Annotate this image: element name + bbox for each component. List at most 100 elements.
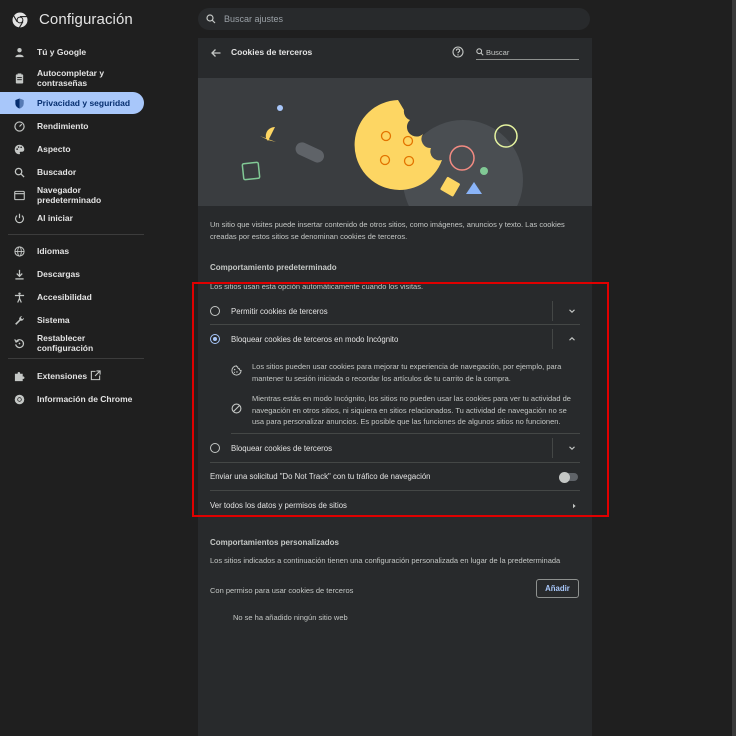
clipboard-icon	[15, 72, 24, 84]
allowed-list-label: Con permiso para usar cookies de tercero…	[210, 586, 354, 595]
settings-search-input[interactable]	[224, 11, 524, 27]
all-site-data-label: Ver todos los datos y permisos de sitios	[210, 501, 347, 510]
back-arrow-icon[interactable]	[210, 47, 222, 59]
sidebar-item-you-and-google[interactable]: Tú y Google	[0, 41, 144, 63]
sidebar-item-default-browser[interactable]: Navegador predeterminado	[0, 184, 144, 206]
chevron-down-icon[interactable]	[568, 307, 576, 315]
do-not-track-toggle[interactable]	[559, 471, 578, 483]
sidebar-item-label: Rendimiento	[37, 121, 89, 131]
sidebar-item-system[interactable]: Sistema	[0, 309, 144, 331]
puzzle-icon	[14, 371, 25, 381]
browser-icon	[14, 190, 25, 200]
search-icon	[14, 167, 25, 178]
sidebar-item-autofill[interactable]: Autocompletar y contraseñas	[0, 65, 144, 91]
option-label: Bloquear cookies de terceros en modo Inc…	[231, 335, 399, 344]
globe-icon	[14, 245, 25, 257]
sidebar-item-label: Al iniciar	[37, 213, 73, 223]
option-block-incognito[interactable]: Bloquear cookies de terceros en modo Inc…	[198, 328, 592, 350]
sidebar-item-languages[interactable]: Idiomas	[0, 240, 144, 262]
sidebar-item-label: Extensiones	[37, 371, 88, 381]
do-not-track-label: Enviar una solicitud "Do Not Track" con …	[210, 472, 431, 481]
sidebar-item-label: Navegador predeterminado	[37, 185, 102, 205]
sidebar-item-label: Información de Chrome	[37, 394, 133, 404]
option-block-third-party-cookies[interactable]: Bloquear cookies de terceros	[198, 437, 592, 459]
download-icon	[15, 269, 24, 280]
option-label: Bloquear cookies de terceros	[231, 444, 332, 453]
chrome-logo-icon	[12, 12, 28, 28]
intro-text: Un sitio que visites puede insertar cont…	[210, 220, 565, 241]
sidebar-item-label: Tú y Google	[37, 47, 87, 57]
sidebar-item-about-chrome[interactable]: Información de Chrome	[0, 388, 144, 410]
sidebar-item-label: Sistema	[37, 315, 70, 325]
sidebar-item-label: Descargas	[37, 269, 81, 279]
palette-icon	[14, 144, 25, 154]
default-behavior-subtitle: Los sitios usan esta opción automáticame…	[210, 282, 424, 291]
top-bar: Configuración	[0, 0, 736, 38]
sidebar-item-label: Idiomas	[37, 246, 70, 256]
main-panel: Cookies de terceros Un sitio que visites…	[198, 38, 592, 736]
sidebar-divider	[8, 358, 144, 359]
sidebar-item-accessibility[interactable]: Accesibilidad	[0, 286, 144, 308]
radio-allow[interactable]	[210, 306, 220, 316]
sidebar-item-label: Privacidad y seguridad	[37, 98, 131, 108]
settings-search-box[interactable]	[198, 8, 590, 30]
reset-icon	[14, 338, 24, 348]
sidebar-item-downloads[interactable]: Descargas	[0, 263, 144, 285]
sidebar-item-on-startup[interactable]: Al iniciar	[0, 207, 144, 229]
sidebar-item-search-engine[interactable]: Buscador	[0, 161, 144, 183]
sidebar-divider	[8, 234, 144, 235]
cookies-illustration	[198, 78, 592, 206]
chevron-up-icon[interactable]	[568, 335, 576, 343]
page-search-box[interactable]	[476, 46, 579, 60]
sidebar-item-extensions[interactable]: Extensiones	[0, 365, 144, 387]
custom-behavior-title: Comportamientos personalizados	[210, 538, 339, 547]
do-not-track-row[interactable]: Enviar una solicitud "Do Not Track" con …	[198, 466, 592, 488]
wrench-icon	[15, 315, 24, 325]
page-search-input[interactable]	[486, 46, 576, 58]
chevron-down-icon[interactable]	[568, 444, 576, 452]
chrome-icon	[14, 394, 25, 404]
row-divider	[210, 324, 580, 325]
speedometer-icon	[14, 120, 25, 132]
custom-behavior-subtitle: Los sitios indicados a continuación tien…	[210, 556, 561, 565]
option-label: Permitir cookies de terceros	[231, 307, 328, 316]
sidebar-item-appearance[interactable]: Aspecto	[0, 138, 144, 160]
detail-text-cookies: Los sitios pueden usar cookies para mejo…	[252, 362, 562, 383]
help-icon[interactable]	[452, 46, 464, 58]
divider	[552, 438, 553, 458]
sidebar-item-performance[interactable]: Rendimiento	[0, 115, 144, 137]
sidebar-item-label: Autocompletar y contraseñas	[37, 68, 105, 88]
page-title: Cookies de terceros	[231, 47, 313, 57]
open-in-new-icon	[90, 370, 101, 381]
detail-text-incognito: Mientras estás en modo Incógnito, los si…	[252, 394, 571, 426]
power-icon	[14, 213, 25, 223]
radio-block[interactable]	[210, 443, 220, 453]
block-icon	[231, 403, 242, 414]
page-header: Cookies de terceros	[198, 38, 592, 68]
sidebar-item-label: Buscador	[37, 167, 77, 177]
divider	[552, 301, 553, 321]
default-behavior-title: Comportamiento predeterminado	[210, 263, 337, 272]
add-site-button[interactable]: Añadir	[536, 579, 579, 598]
window-edge	[732, 0, 736, 736]
divider	[552, 329, 553, 349]
app-title: Configuración	[39, 11, 133, 28]
sidebar-item-privacy[interactable]: Privacidad y seguridad	[0, 92, 144, 114]
person-icon	[15, 47, 24, 57]
search-icon	[206, 14, 216, 24]
row-divider	[231, 433, 580, 434]
shield-icon	[15, 97, 24, 109]
option-allow-third-party-cookies[interactable]: Permitir cookies de terceros	[198, 300, 592, 322]
search-icon	[476, 48, 484, 56]
sidebar-item-reset[interactable]: Restablecer configuración	[0, 332, 144, 354]
cookie-icon	[231, 365, 242, 376]
sidebar-item-label: Accesibilidad	[37, 292, 92, 302]
radio-block-incognito[interactable]	[210, 334, 220, 344]
all-site-data-row[interactable]: Ver todos los datos y permisos de sitios	[198, 495, 592, 517]
row-divider	[210, 462, 580, 463]
row-divider	[210, 490, 580, 491]
chevron-right-icon[interactable]	[570, 502, 578, 510]
sidebar-item-label: Aspecto	[37, 144, 71, 154]
accessibility-icon	[14, 291, 25, 303]
empty-list-text: No se ha añadido ningún sitio web	[233, 613, 348, 622]
